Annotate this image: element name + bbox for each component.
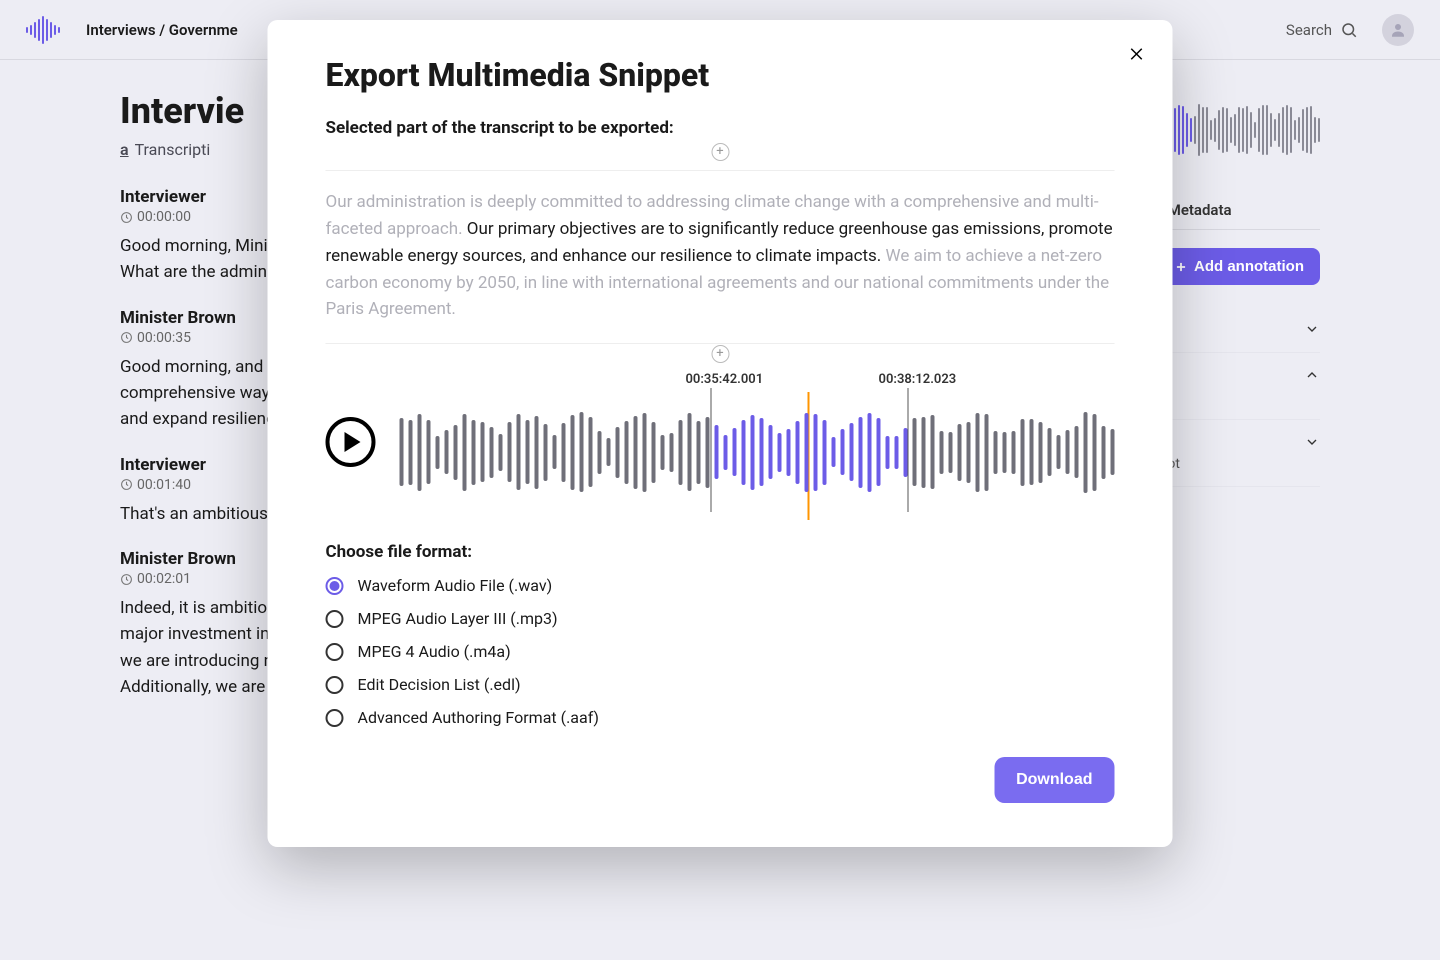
format-options: Waveform Audio File (.wav) MPEG Audio Lay… (326, 576, 1115, 727)
export-modal: Export Multimedia Snippet Selected part … (268, 20, 1173, 847)
radio-unselected-icon (326, 709, 344, 727)
selection-start-time: 00:35:42.001 (686, 372, 764, 387)
modal-title: Export Multimedia Snippet (326, 56, 1115, 94)
extend-selection-up[interactable]: + (711, 143, 729, 161)
format-option[interactable]: Advanced Authoring Format (.aaf) (326, 708, 1115, 727)
excerpt-container: + Our administration is deeply committed… (326, 152, 1115, 354)
selection-end-time: 00:38:12.023 (879, 372, 957, 387)
close-button[interactable] (1123, 40, 1151, 68)
format-label: Edit Decision List (.edl) (358, 675, 521, 694)
format-label: Waveform Audio File (.wav) (358, 576, 553, 595)
play-icon (345, 432, 361, 452)
close-icon (1128, 45, 1146, 63)
radio-unselected-icon (326, 676, 344, 694)
format-section-label: Choose file format: (326, 542, 1115, 562)
radio-unselected-icon (326, 610, 344, 628)
format-label: MPEG 4 Audio (.m4a) (358, 642, 511, 661)
play-button[interactable] (326, 417, 376, 467)
format-option[interactable]: MPEG Audio Layer III (.mp3) (326, 609, 1115, 628)
snippet-waveform[interactable]: 00:35:42.001 00:38:12.023 (400, 372, 1115, 512)
radio-selected-icon (326, 577, 344, 595)
radio-unselected-icon (326, 643, 344, 661)
download-button[interactable]: Download (994, 757, 1114, 803)
transcript-section-label: Selected part of the transcript to be ex… (326, 118, 1115, 138)
format-label: MPEG Audio Layer III (.mp3) (358, 609, 558, 628)
transcript-excerpt[interactable]: Our administration is deeply committed t… (326, 171, 1115, 343)
format-option[interactable]: Waveform Audio File (.wav) (326, 576, 1115, 595)
format-option[interactable]: MPEG 4 Audio (.m4a) (326, 642, 1115, 661)
extend-selection-down[interactable]: + (711, 345, 729, 363)
format-option[interactable]: Edit Decision List (.edl) (326, 675, 1115, 694)
format-label: Advanced Authoring Format (.aaf) (358, 708, 599, 727)
